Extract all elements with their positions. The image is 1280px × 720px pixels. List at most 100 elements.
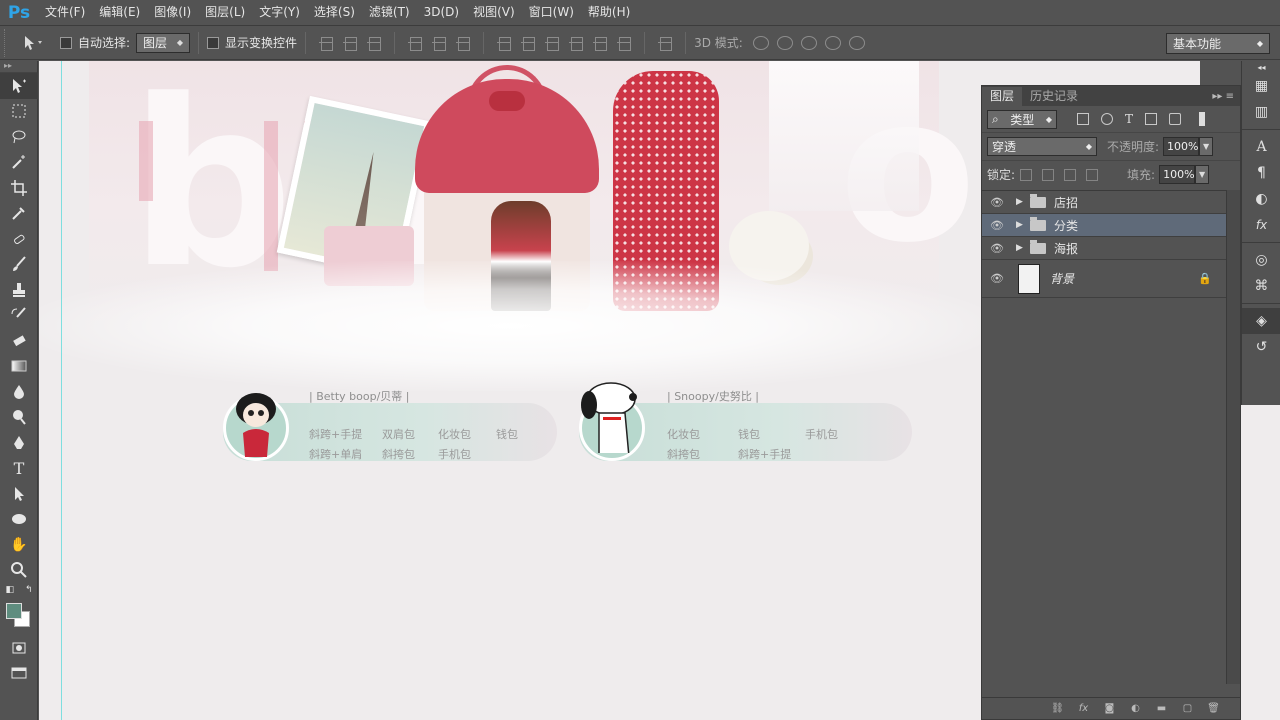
gradient-tool[interactable] [0, 354, 38, 380]
align-top-icon[interactable] [319, 36, 334, 51]
lock-all-icon[interactable] [1086, 168, 1099, 181]
filter-toggle-icon[interactable] [1199, 112, 1206, 126]
path-selection-tool[interactable] [0, 481, 38, 507]
menu-3d[interactable]: 3D(D) [417, 0, 466, 25]
color-panel-icon[interactable]: ▦ [1242, 73, 1280, 99]
distribute-top-icon[interactable] [497, 36, 512, 51]
menu-edit[interactable]: 编辑(E) [92, 0, 147, 25]
fill-slider-toggle[interactable]: ▼ [1195, 165, 1210, 184]
zoom-tool[interactable] [0, 558, 38, 584]
lasso-tool[interactable] [0, 124, 38, 150]
magic-wand-tool[interactable] [0, 150, 38, 176]
blend-mode-dropdown[interactable]: 穿透 ◆ [987, 137, 1097, 156]
visibility-eye-icon[interactable]: 👁 [982, 219, 1012, 232]
align-vcenter-icon[interactable] [343, 36, 358, 51]
filter-smart-object-icon[interactable] [1169, 113, 1182, 125]
new-group-icon[interactable]: ▬ [1155, 703, 1168, 715]
adjustment-layer-icon[interactable]: ◐ [1129, 703, 1142, 715]
paths-panel-icon[interactable]: ⌘ [1242, 273, 1280, 299]
adjustments-panel-icon[interactable]: ◐ [1242, 186, 1280, 212]
fx-icon[interactable]: fx [1077, 703, 1090, 715]
filter-kind-dropdown[interactable]: ⌕ 类型 ◆ [987, 109, 1057, 129]
paragraph-panel-icon[interactable]: ¶ [1242, 160, 1280, 186]
distribute-bottom-icon[interactable] [545, 36, 560, 51]
category-link[interactable]: 斜跨+单肩 [309, 446, 362, 462]
character-panel-icon[interactable]: A [1242, 134, 1280, 160]
layers-scrollbar[interactable] [1226, 190, 1240, 684]
expand-arrow-icon[interactable]: ▶ [1016, 220, 1026, 230]
eraser-tool[interactable] [0, 328, 38, 354]
category-link[interactable]: 手机包 [438, 446, 471, 462]
align-right-icon[interactable] [456, 36, 471, 51]
3d-rotate-icon[interactable] [752, 35, 769, 50]
menu-filter[interactable]: 滤镜(T) [362, 0, 417, 25]
category-link[interactable]: 斜跨+手提 [309, 426, 362, 442]
lock-transparency-icon[interactable] [1020, 168, 1033, 181]
distribute-right-icon[interactable] [617, 36, 632, 51]
menu-layer[interactable]: 图层(L) [198, 0, 252, 25]
marquee-tool[interactable] [0, 99, 38, 125]
menu-type[interactable]: 文字(Y) [252, 0, 307, 25]
align-bottom-icon[interactable] [367, 36, 382, 51]
menu-help[interactable]: 帮助(H) [581, 0, 637, 25]
category-link[interactable]: 钱包 [738, 426, 760, 442]
pen-tool[interactable] [0, 430, 38, 456]
type-tool[interactable]: T [0, 456, 38, 482]
layer-row-storefront[interactable]: 👁 ▶ 店招 [982, 191, 1226, 214]
tool-preset-picker[interactable] [22, 35, 60, 51]
panel-menu-icon[interactable]: ▸▸ ≡ [1212, 87, 1240, 106]
auto-select-checkbox[interactable] [60, 36, 72, 49]
eyedropper-tool[interactable] [0, 201, 38, 227]
filter-shape-icon[interactable] [1145, 113, 1158, 125]
layers-panel-icon[interactable]: ◈ [1242, 308, 1280, 334]
screen-mode-button[interactable] [0, 661, 38, 687]
3d-pan-icon[interactable] [800, 35, 817, 50]
default-colors-icon[interactable]: ◧ [5, 585, 14, 595]
swatches-panel-icon[interactable]: ▥ [1242, 99, 1280, 125]
menu-window[interactable]: 窗口(W) [522, 0, 581, 25]
category-link[interactable]: 斜挎包 [382, 446, 415, 462]
menu-image[interactable]: 图像(I) [147, 0, 198, 25]
visibility-eye-icon[interactable]: 👁 [982, 196, 1012, 209]
tools-panel-header[interactable]: ▸▸ [0, 61, 37, 73]
3d-scale-icon[interactable] [848, 35, 865, 50]
filter-type-icon[interactable]: T [1125, 112, 1133, 126]
3d-slide-icon[interactable] [824, 35, 841, 50]
layer-row-poster[interactable]: 👁 ▶ 海报 [982, 237, 1226, 260]
healing-brush-tool[interactable] [0, 226, 38, 252]
auto-align-icon[interactable] [658, 36, 673, 51]
category-link[interactable]: 双肩包 [382, 426, 415, 442]
auto-select-dropdown[interactable]: 图层 ◆ [136, 32, 191, 53]
styles-panel-icon[interactable]: fx [1242, 212, 1280, 238]
crop-tool[interactable] [0, 175, 38, 201]
opacity-input[interactable]: 100% [1163, 137, 1200, 156]
category-link[interactable]: 斜跨+手提 [738, 446, 791, 462]
foreground-color-swatch[interactable] [6, 603, 22, 619]
document-canvas[interactable]: ba o | Betty boop/贝蒂 | 斜跨+手提 双肩包 化妆包 [39, 61, 981, 720]
guide-line[interactable] [61, 61, 62, 720]
show-transform-checkbox[interactable] [207, 36, 220, 49]
history-brush-tool[interactable] [0, 303, 38, 329]
lock-position-icon[interactable] [1064, 168, 1077, 181]
ellipse-tool[interactable] [0, 507, 38, 533]
move-tool[interactable] [0, 73, 38, 99]
brush-tool[interactable] [0, 252, 38, 278]
tab-layers[interactable]: 图层 [982, 87, 1023, 106]
channels-panel-icon[interactable]: ◎ [1242, 247, 1280, 273]
menu-view[interactable]: 视图(V) [466, 0, 522, 25]
new-layer-icon[interactable]: ▢ [1181, 703, 1194, 715]
menu-file[interactable]: 文件(F) [38, 0, 92, 25]
align-hcenter-icon[interactable] [432, 36, 447, 51]
swap-colors-icon[interactable]: ↰ [25, 585, 33, 595]
layer-row-category[interactable]: 👁 ▶ 分类 [982, 214, 1226, 237]
opacity-slider-toggle[interactable]: ▼ [1199, 137, 1214, 156]
align-left-icon[interactable] [408, 36, 423, 51]
history-panel-icon[interactable]: ↺ [1242, 334, 1280, 360]
visibility-eye-icon[interactable]: 👁 [982, 272, 1012, 285]
filter-adjustment-icon[interactable] [1101, 113, 1113, 125]
options-bar-grip[interactable] [4, 28, 12, 57]
add-mask-icon[interactable]: ◙ [1103, 703, 1116, 715]
trash-icon[interactable]: 🗑 [1207, 703, 1220, 715]
visibility-eye-icon[interactable]: 👁 [982, 242, 1012, 255]
category-link[interactable]: 钱包 [496, 426, 518, 442]
